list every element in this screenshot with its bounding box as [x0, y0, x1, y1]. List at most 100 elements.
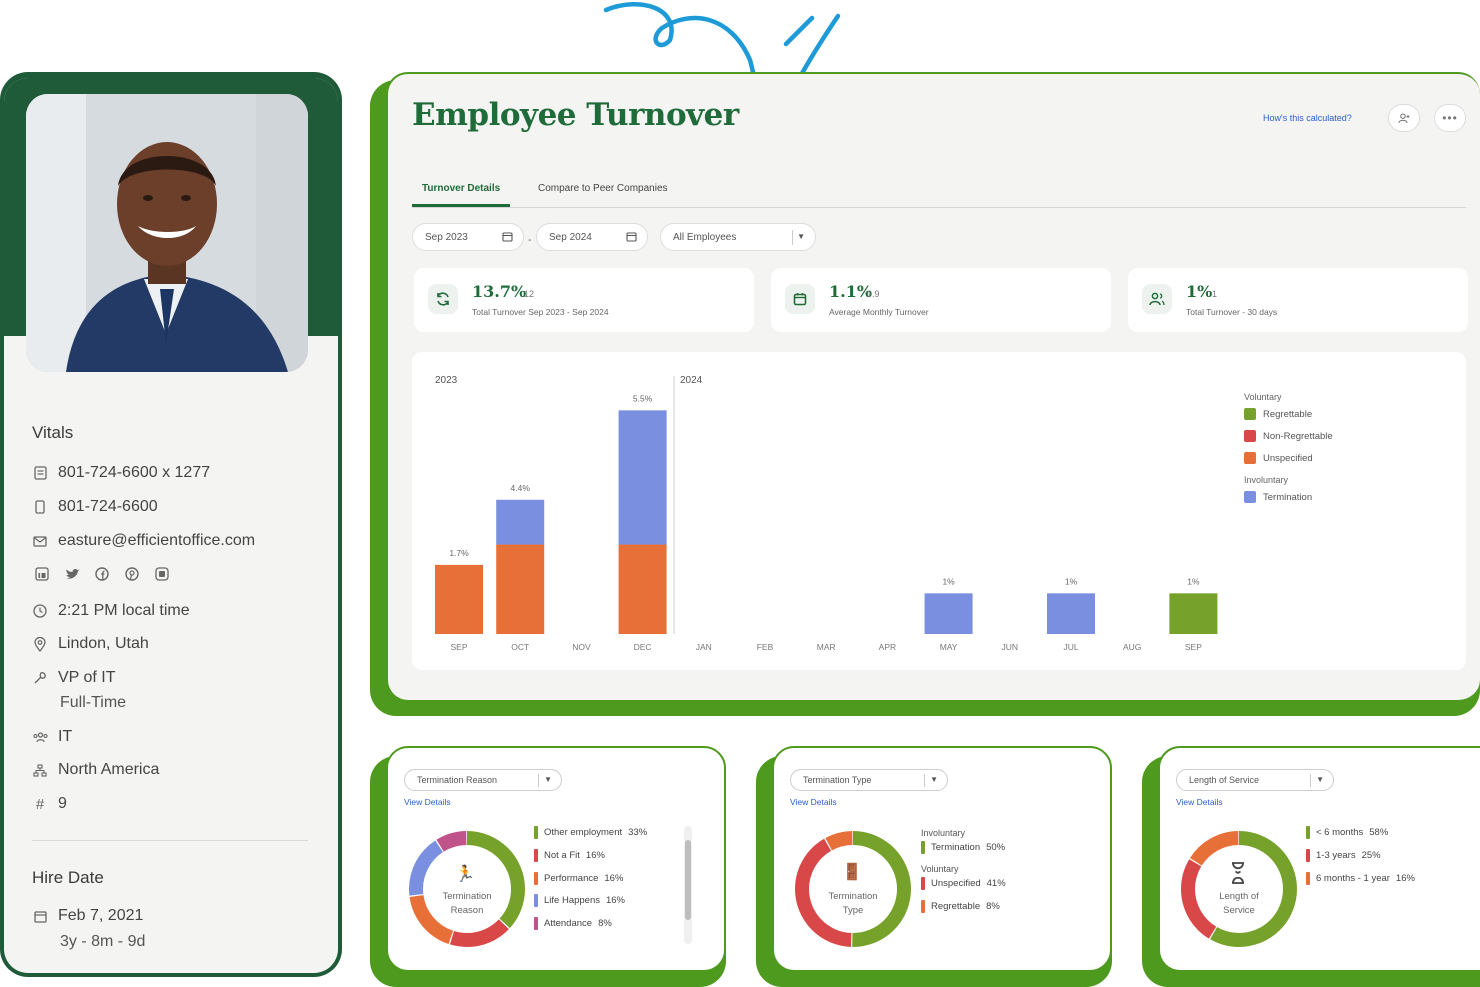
email-text: easture@efficientoffice.com — [58, 532, 256, 549]
legend-item-unspecified[interactable]: Unspecified — [1244, 452, 1313, 464]
termination-type-dropdown[interactable]: Termination Type ▼ — [790, 769, 948, 791]
office-phone-row[interactable]: 801-724-6600 x 1277 — [32, 464, 210, 482]
hash-icon: # — [35, 795, 45, 813]
tab-turnover-details[interactable]: Turnover Details — [422, 183, 500, 194]
chevron-down-icon: ▼ — [544, 775, 552, 784]
tab-compare-peer[interactable]: Compare to Peer Companies — [538, 183, 668, 194]
legend-pct: 58% — [1369, 827, 1389, 838]
more-options-button[interactable]: ••• — [1434, 104, 1466, 132]
x-tick-label: SEP — [450, 642, 467, 652]
legend-item-termination[interactable]: Termination — [1244, 491, 1312, 503]
department-text: IT — [58, 728, 73, 745]
legend-item-regrettable[interactable]: Regrettable — [1244, 408, 1312, 420]
email-row[interactable]: easture@efficientoffice.com — [32, 532, 255, 550]
job-title-row: VP of IT — [32, 669, 116, 687]
calendar-icon — [502, 231, 513, 245]
vitals-heading: Vitals — [32, 423, 74, 442]
termination-reason-dropdown[interactable]: Termination Reason ▼ — [404, 769, 562, 791]
legend-pct: 16% — [1395, 873, 1415, 884]
local-time-text: 2:21 PM local time — [58, 602, 190, 619]
stat-value: 13.7% — [472, 282, 527, 301]
mobile-phone-row[interactable]: 801-724-6600 — [32, 498, 158, 516]
dropdown-separator — [1310, 774, 1311, 787]
org-chart-icon — [32, 762, 48, 778]
twitter-icon[interactable] — [64, 566, 80, 582]
calendar-icon — [785, 284, 815, 314]
chevron-down-icon: ▼ — [797, 232, 805, 241]
ellipsis-icon: ••• — [1442, 111, 1458, 125]
people-icon — [1142, 284, 1172, 314]
location-row: Lindon, Utah — [32, 635, 149, 653]
instagram-icon[interactable] — [154, 566, 170, 582]
donut-center-line1: Termination — [828, 891, 878, 902]
mobile-phone-text: 801-724-6600 — [58, 498, 158, 515]
hire-date-row: Feb 7, 2021 — [32, 907, 143, 925]
stat-card-30-days: 1% 1 Total Turnover - 30 days — [1128, 268, 1468, 332]
chevron-down-icon: ▼ — [930, 775, 938, 784]
legend-item-non-regrettable[interactable]: Non-Regrettable — [1244, 430, 1333, 442]
employee-photo — [26, 94, 308, 372]
year-label: 2024 — [680, 375, 703, 386]
calculation-help-link[interactable]: How's this calculated? — [1263, 113, 1352, 123]
legend-swatch — [1244, 491, 1256, 503]
dropdown-separator — [924, 774, 925, 787]
view-details-link[interactable]: View Details — [1176, 797, 1223, 807]
facebook-icon[interactable] — [94, 566, 110, 582]
x-tick-label: SEP — [1185, 642, 1202, 652]
pinterest-icon[interactable] — [124, 566, 140, 582]
legend-group-voluntary: Voluntary — [921, 864, 959, 874]
legend-pct: 16% — [605, 895, 625, 906]
legend-scrollbar-thumb[interactable] — [685, 840, 691, 920]
reason-legend-item[interactable]: Performance 16% — [534, 872, 623, 885]
view-details-link[interactable]: View Details — [790, 797, 837, 807]
department-row: IT — [32, 728, 72, 746]
termination-reason-donut — [409, 831, 525, 947]
stat-count: 0.9 — [867, 289, 880, 299]
legend-group-involuntary: Involuntary — [1244, 475, 1289, 485]
end-date-picker[interactable]: Sep 2024 — [536, 223, 648, 251]
type-legend-item[interactable]: Termination 50% — [921, 841, 1005, 854]
reason-legend-item[interactable]: Other employment 33% — [534, 826, 647, 839]
legend-label: Life Happens — [544, 895, 600, 906]
legend-pct: 16% — [585, 850, 605, 861]
service-legend-item[interactable]: 6 months - 1 year 16% — [1306, 872, 1415, 885]
legend-label: 1-3 years — [1316, 850, 1356, 861]
donut-center-label: Termination Reason — [427, 890, 507, 918]
donut-center-line2: Service — [1223, 905, 1255, 916]
bar-regrettable — [1169, 593, 1218, 634]
service-legend-item[interactable]: < 6 months 58% — [1306, 826, 1388, 839]
legend-group-voluntary: Voluntary — [1244, 392, 1282, 402]
employee-filter-select[interactable]: All Employees ▼ — [660, 223, 816, 251]
legend-label: Performance — [544, 873, 599, 884]
type-legend-item[interactable]: Unspecified 41% — [921, 877, 1006, 890]
reason-legend-item[interactable]: Life Happens 16% — [534, 894, 625, 907]
donut-center-line2: Type — [842, 905, 864, 916]
select-separator — [792, 230, 793, 245]
legend-pct: 8% — [598, 918, 612, 929]
hire-date-heading: Hire Date — [32, 868, 104, 887]
legend-swatch — [1244, 452, 1256, 464]
linkedin-icon[interactable] — [34, 566, 50, 582]
bar-total-label: 1% — [942, 576, 955, 586]
type-legend-item[interactable]: Regrettable 8% — [921, 900, 1000, 913]
bar-total-label: 1% — [1187, 576, 1200, 586]
length-of-service-donut — [1181, 831, 1297, 947]
legend-group-involuntary: Involuntary — [921, 828, 966, 838]
x-tick-label: MAY — [940, 642, 958, 652]
legend-bar — [534, 917, 538, 930]
reason-legend-item[interactable]: Not a Fit 16% — [534, 849, 605, 862]
date-range-separator: - — [528, 234, 532, 246]
start-date-picker[interactable]: Sep 2023 — [412, 223, 524, 251]
stat-description: Total Turnover - 30 days — [1186, 307, 1278, 317]
view-details-link[interactable]: View Details — [404, 797, 451, 807]
x-tick-label: JUL — [1063, 642, 1078, 652]
reason-legend-item[interactable]: Attendance 8% — [534, 917, 612, 930]
legend-label: Unspecified — [931, 878, 981, 889]
share-people-button[interactable] — [1388, 104, 1420, 132]
service-legend-item[interactable]: 1-3 years 25% — [1306, 849, 1381, 862]
legend-pct: 50% — [986, 842, 1006, 853]
length-of-service-dropdown[interactable]: Length of Service ▼ — [1176, 769, 1334, 791]
dropdown-value: Termination Reason — [417, 775, 498, 785]
office-phone-text: 801-724-6600 x 1277 — [58, 464, 211, 481]
turnover-chart-card: 2023 2024 1.7% SEP 4.4% OCT NOV 5.5% DEC JAN FEB MA… — [412, 352, 1466, 670]
